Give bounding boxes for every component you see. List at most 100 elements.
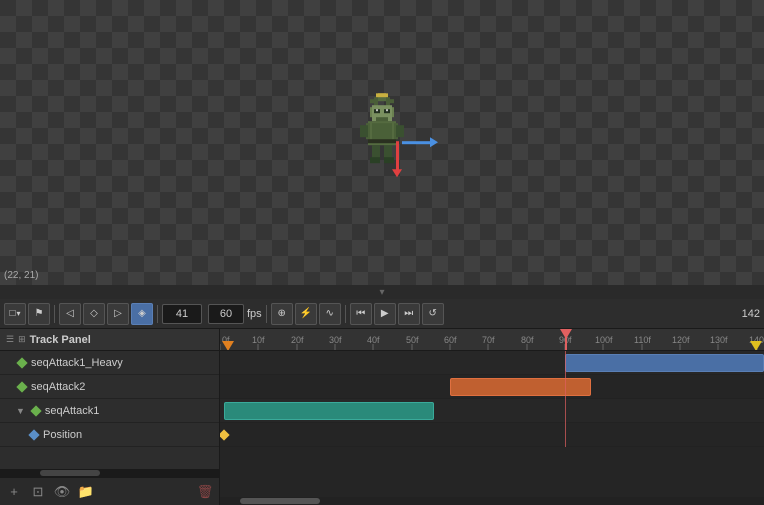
snap-button[interactable]: ⊕ <box>271 303 293 325</box>
scene-dropdown-icon: ▾ <box>17 309 21 318</box>
visibility-button[interactable]: 👁 <box>52 482 72 502</box>
track-panel-header: ☰ ⊞ Track Panel <box>0 329 219 351</box>
toolbar-sep-4 <box>345 305 346 323</box>
timeline-scrollbar[interactable] <box>220 497 764 505</box>
timeline-row-seqAttack1[interactable] <box>220 399 764 423</box>
timeline-content <box>220 351 764 497</box>
playhead-row1 <box>565 351 566 375</box>
current-frame-input[interactable]: 41 <box>162 304 202 324</box>
svg-text:30f: 30f <box>329 335 342 345</box>
toolbar-sep-2 <box>157 305 158 323</box>
anim-block-seqAttack1-Heavy-blue[interactable] <box>565 354 764 372</box>
loop-button[interactable]: ↺ <box>422 303 444 325</box>
keyframe-position-1[interactable] <box>220 429 230 440</box>
track-panel-scroll-thumb[interactable] <box>40 470 100 476</box>
fps-display: 60 fps <box>208 304 262 324</box>
sync-icon: ⚡ <box>299 308 311 319</box>
time-ruler[interactable]: 0f 10f 20f 30f 40f 50f 60f <box>220 329 764 351</box>
panel-filter-icon: ☰ <box>6 334 14 345</box>
add-track-button[interactable]: + <box>4 482 24 502</box>
playhead-row2 <box>565 375 566 399</box>
track-panel-footer: + ⊡ 👁 📁 🗑 <box>0 477 219 505</box>
scroll-down-icon: ▾ <box>379 287 384 298</box>
first-frame-button[interactable]: ⏮ <box>350 303 372 325</box>
track-label-seqAttack1-Heavy: seqAttack1_Heavy <box>31 357 123 369</box>
anim-block-seqAttack1-teal[interactable] <box>224 402 434 420</box>
svg-text:100f: 100f <box>595 335 613 345</box>
fps-input[interactable]: 60 <box>208 304 244 324</box>
track-panel-scrollbar[interactable] <box>0 469 219 477</box>
curve-button[interactable]: ∿ <box>319 303 341 325</box>
first-frame-icon: ⏮ <box>356 308 365 319</box>
toolbar-sep-3 <box>266 305 267 323</box>
svg-text:110f: 110f <box>634 335 651 345</box>
timeline-tracks: 0f 10f 20f 30f 40f 50f 60f <box>220 329 764 505</box>
svg-text:10f: 10f <box>252 335 265 345</box>
track-panel: ☰ ⊞ Track Panel seqAttack1_Heavy seqAtta… <box>0 329 220 505</box>
x-axis-arrow <box>402 141 432 144</box>
snap-icon: ⊕ <box>277 308 285 319</box>
add-keyframe-button[interactable]: ◇ <box>83 303 105 325</box>
timeline-row-position[interactable] <box>220 423 764 447</box>
fps-label: fps <box>247 308 262 320</box>
svg-text:50f: 50f <box>406 335 419 345</box>
viewport: (22, 21) <box>0 0 764 285</box>
track-panel-title: Track Panel <box>30 334 91 346</box>
track-icon-seqAttack1 <box>30 405 41 416</box>
panel-sort-icon: ⊞ <box>18 334 26 345</box>
play-icon: ▶ <box>381 308 389 319</box>
add-key-icon: ◇ <box>90 308 98 319</box>
sync-button[interactable]: ⚡ <box>295 303 317 325</box>
prev-keyframe-button[interactable]: ◁ <box>59 303 81 325</box>
viewport-scroll-divider: ▾ <box>0 285 764 299</box>
svg-text:80f: 80f <box>521 335 534 345</box>
track-icon-seqAttack1-Heavy <box>16 357 27 368</box>
track-settings-button[interactable]: ⊡ <box>28 482 48 502</box>
svg-text:130f: 130f <box>710 335 728 345</box>
tracks-area: ☰ ⊞ Track Panel seqAttack1_Heavy seqAtta… <box>0 329 764 505</box>
key-type-icon: ◈ <box>138 308 146 319</box>
flag-button[interactable]: ⚑ <box>28 303 50 325</box>
timeline-scroll-thumb[interactable] <box>240 498 320 504</box>
viewport-coords: (22, 21) <box>4 270 38 281</box>
track-item-seqAttack1[interactable]: ▼ seqAttack1 <box>0 399 219 423</box>
delete-track-button[interactable]: 🗑 <box>195 482 215 502</box>
key-type-button[interactable]: ◈ <box>131 303 153 325</box>
scene-button[interactable]: □ ▾ <box>4 303 26 325</box>
playhead-row3 <box>565 399 566 423</box>
ruler-svg: 0f 10f 20f 30f 40f 50f 60f <box>220 329 764 351</box>
anim-block-seqAttack2-orange[interactable] <box>450 378 591 396</box>
svg-text:20f: 20f <box>291 335 304 345</box>
track-label-position: Position <box>43 429 82 441</box>
track-panel-empty <box>0 447 219 469</box>
playhead-row4 <box>565 423 566 447</box>
next-key-icon: ▷ <box>114 308 122 319</box>
y-axis-arrow <box>396 141 399 171</box>
next-keyframe-button[interactable]: ▷ <box>107 303 129 325</box>
track-label-seqAttack2: seqAttack2 <box>31 381 85 393</box>
playhead-line <box>565 329 567 351</box>
timeline-row-seqAttack1-Heavy[interactable] <box>220 351 764 375</box>
prev-key-icon: ◁ <box>66 308 74 319</box>
svg-text:70f: 70f <box>482 335 495 345</box>
svg-text:60f: 60f <box>444 335 457 345</box>
flag-icon: ⚑ <box>35 308 44 319</box>
timeline-row-seqAttack2[interactable] <box>220 375 764 399</box>
track-label-seqAttack1: seqAttack1 <box>45 405 99 417</box>
timeline-panel: □ ▾ ⚑ ◁ ◇ ▷ ◈ 41 60 fps ⊕ ⚡ <box>0 299 764 505</box>
track-item-seqAttack1-Heavy[interactable]: seqAttack1_Heavy <box>0 351 219 375</box>
track-icon-position <box>28 429 39 440</box>
total-frames: 142 <box>742 308 760 320</box>
play-button[interactable]: ▶ <box>374 303 396 325</box>
loop-icon: ↺ <box>428 308 436 319</box>
track-expand-seqAttack1: ▼ <box>16 406 25 416</box>
scene-icon: □ <box>9 308 15 319</box>
svg-text:40f: 40f <box>367 335 380 345</box>
track-item-position[interactable]: Position <box>0 423 219 447</box>
curve-icon: ∿ <box>325 308 333 319</box>
toolbar-sep-1 <box>54 305 55 323</box>
character-area <box>350 93 414 176</box>
track-item-seqAttack2[interactable]: seqAttack2 <box>0 375 219 399</box>
last-frame-button[interactable]: ⏭ <box>398 303 420 325</box>
folder-button[interactable]: 📁 <box>76 482 96 502</box>
